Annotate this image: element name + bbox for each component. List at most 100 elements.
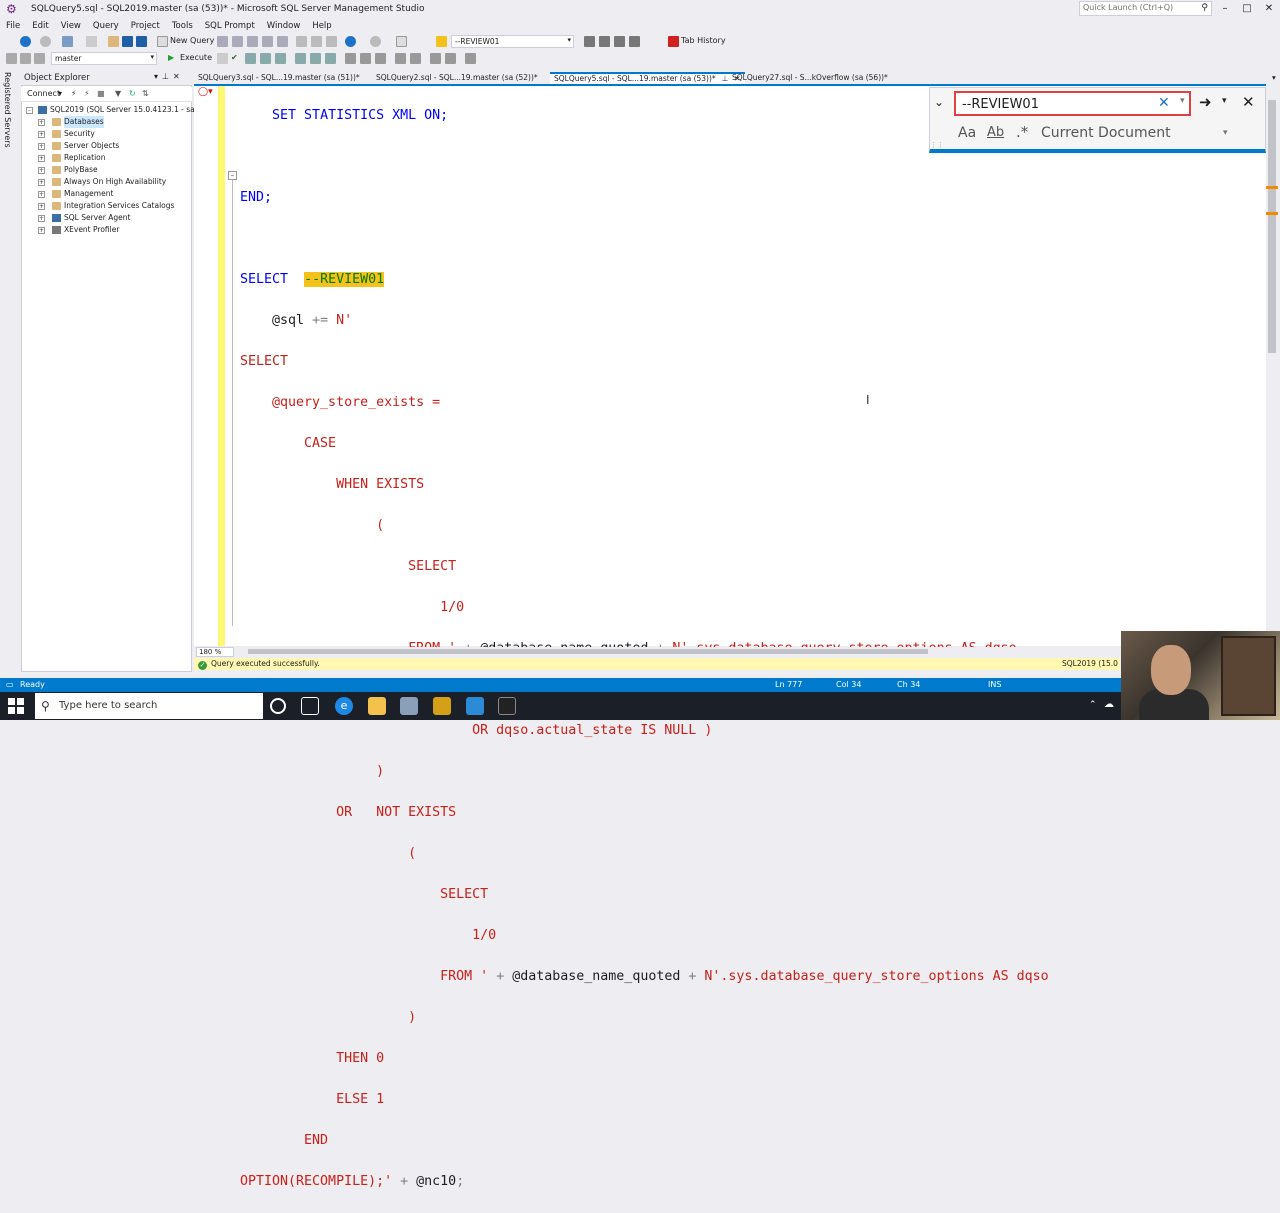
window-layout-icon[interactable] — [629, 36, 640, 47]
tree-node-security[interactable]: + Security — [24, 128, 190, 140]
menu-file[interactable]: File — [0, 19, 26, 33]
collapse-region-icon[interactable]: – — [228, 171, 237, 180]
app-icon-2[interactable] — [466, 697, 484, 715]
cancel-query-icon[interactable] — [217, 53, 228, 64]
connect-icon[interactable]: ⚡ — [71, 89, 77, 98]
copy-icon[interactable] — [311, 36, 322, 47]
tree-node-server-objects[interactable]: + Server Objects — [24, 140, 190, 152]
results-text-icon[interactable] — [345, 53, 356, 64]
new-project-icon[interactable] — [62, 36, 73, 47]
db-engine-query-icon[interactable] — [217, 36, 228, 47]
estimated-plan-icon[interactable] — [245, 53, 256, 64]
expand-icon[interactable]: + — [38, 143, 45, 150]
save-all-icon[interactable] — [136, 36, 147, 47]
new-query-button[interactable]: New Query — [170, 36, 214, 45]
parse-icon[interactable]: ✔ — [231, 53, 238, 62]
find-input[interactable]: --REVIEW01 — [954, 91, 1191, 116]
expand-icon[interactable]: + — [38, 167, 45, 174]
windows-start-icon[interactable] — [6, 696, 26, 716]
disconnect-icon[interactable]: ⚡ — [84, 89, 90, 98]
forward-icon[interactable] — [40, 36, 51, 47]
cortana-icon[interactable] — [270, 698, 286, 714]
specify-values-icon[interactable] — [465, 53, 476, 64]
tree-node-sql-server-agent[interactable]: + SQL Server Agent — [24, 212, 190, 224]
app-icon-1[interactable] — [400, 697, 418, 715]
menu-tools[interactable]: Tools — [166, 19, 199, 33]
toolbox-icon[interactable] — [614, 36, 625, 47]
undo-icon[interactable] — [345, 36, 356, 47]
tab-sqlquery3[interactable]: SQLQuery3.sql - SQL...19.master (sa (51)… — [194, 72, 364, 84]
find-in-files-icon[interactable] — [436, 36, 447, 47]
uncomment-icon[interactable] — [410, 53, 421, 64]
regex-icon[interactable]: .* — [1016, 123, 1028, 141]
onedrive-icon[interactable]: ☁ — [1104, 699, 1114, 710]
connect-icon[interactable] — [6, 53, 17, 64]
stop-icon[interactable]: ■ — [97, 89, 105, 98]
menu-edit[interactable]: Edit — [26, 19, 54, 33]
maximize-button[interactable]: □ — [1237, 1, 1257, 16]
paste-icon[interactable] — [326, 36, 337, 47]
chevron-down-icon[interactable]: ▾ — [58, 89, 62, 98]
new-query-icon[interactable] — [157, 36, 168, 47]
zoom-select[interactable]: 180 % — [196, 647, 234, 657]
expand-icon[interactable]: + — [38, 179, 45, 186]
connect-dropdown[interactable]: Connect — [27, 89, 60, 98]
expand-icon[interactable]: + — [38, 119, 45, 126]
query-designer-icon[interactable] — [260, 53, 271, 64]
tray-chevron-icon[interactable]: ⌃ — [1089, 700, 1097, 710]
match-case-icon[interactable]: Aa — [958, 125, 976, 141]
tools-icon[interactable] — [599, 36, 610, 47]
database-select[interactable]: master ▾ — [51, 52, 157, 65]
tab-overflow-dropdown[interactable]: ▾ — [1268, 72, 1280, 84]
vertical-scrollbar-thumb[interactable] — [1268, 100, 1276, 353]
disconnect-icon[interactable] — [34, 53, 45, 64]
menu-view[interactable]: View — [55, 19, 87, 33]
open-folder-icon[interactable] — [108, 36, 119, 47]
close-icon[interactable]: ✕ — [173, 72, 184, 81]
resize-grip-icon[interactable]: ⋮⋮ — [930, 141, 944, 149]
increase-indent-icon[interactable] — [445, 53, 456, 64]
chevron-down-icon[interactable]: ▾ — [1223, 128, 1228, 138]
results-file-icon[interactable] — [375, 53, 386, 64]
dmx-query-icon[interactable] — [247, 36, 258, 47]
terminal-icon[interactable] — [498, 697, 516, 715]
dax-query-icon[interactable] — [277, 36, 288, 47]
find-combo[interactable]: --REVIEW01 ▾ — [451, 35, 574, 48]
back-icon[interactable] — [20, 36, 31, 47]
tab-sqlquery5[interactable]: SQLQuery5.sql - SQL...19.master (sa (53)… — [550, 72, 745, 84]
search-history-chevron-icon[interactable]: ▾ — [1180, 96, 1185, 106]
expand-icon[interactable]: + — [38, 155, 45, 162]
chevron-down-icon[interactable]: ▾ — [154, 72, 162, 81]
expand-icon[interactable]: + — [38, 191, 45, 198]
registered-servers-tab[interactable]: Registered Servers — [3, 72, 12, 148]
file-explorer-icon[interactable] — [368, 697, 386, 715]
redo-icon[interactable] — [370, 36, 381, 47]
tab-history-icon[interactable] — [668, 36, 679, 47]
client-stats-icon[interactable] — [325, 53, 336, 64]
collapse-icon[interactable]: – — [26, 107, 33, 114]
expand-icon[interactable]: + — [38, 227, 45, 234]
menu-sql-prompt[interactable]: SQL Prompt — [199, 19, 261, 33]
intellisense-icon[interactable] — [275, 53, 286, 64]
task-view-icon[interactable] — [301, 697, 319, 715]
menu-query[interactable]: Query — [87, 19, 125, 33]
tree-node-server[interactable]: – SQL2019 (SQL Server 15.0.4123.1 - sa) — [24, 104, 198, 116]
taskbar-search-input[interactable]: ⚲ Type here to search — [35, 693, 263, 719]
tab-sqlquery27[interactable]: SQLQuery27.sql - S...kOverflow (sa (56))… — [728, 72, 892, 84]
results-grid-icon[interactable] — [360, 53, 371, 64]
match-whole-word-icon[interactable]: Ab — [987, 125, 1004, 140]
ssms-taskbar-icon[interactable] — [433, 697, 451, 715]
decrease-indent-icon[interactable] — [430, 53, 441, 64]
toggle-replace-chevron-icon[interactable]: ⌄ — [934, 95, 944, 109]
tree-node-always-on[interactable]: + Always On High Availability — [24, 176, 190, 188]
mdx-query-icon[interactable] — [232, 36, 243, 47]
tree-node-integration-services[interactable]: + Integration Services Catalogs — [24, 200, 190, 212]
activity-monitor-icon[interactable]: ⇅ — [142, 89, 149, 98]
comment-icon[interactable] — [395, 53, 406, 64]
expand-icon[interactable]: + — [38, 215, 45, 222]
tree-node-replication[interactable]: + Replication — [24, 152, 190, 164]
minimize-button[interactable]: – — [1215, 1, 1235, 16]
tree-node-management[interactable]: + Management — [24, 188, 190, 200]
tree-node-polybase[interactable]: + PolyBase — [24, 164, 190, 176]
menu-project[interactable]: Project — [125, 19, 166, 33]
